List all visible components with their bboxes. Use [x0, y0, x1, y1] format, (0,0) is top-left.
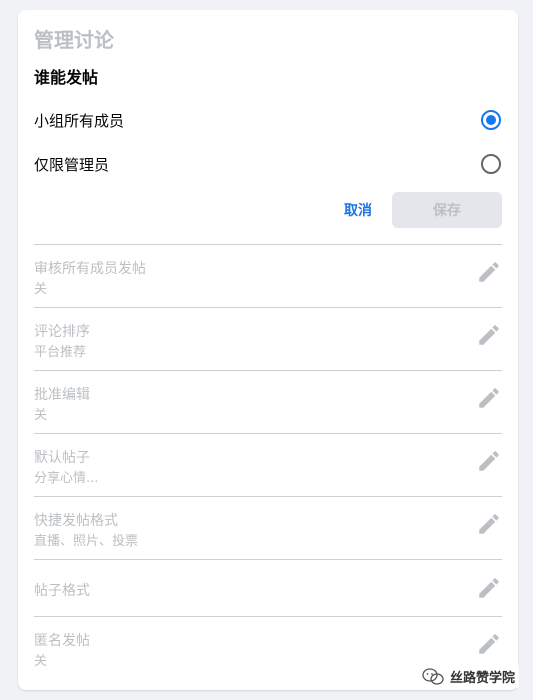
manage-discussion-card: 管理讨论 谁能发帖 小组所有成员 仅限管理员 取消 保存 审核所有成员发帖 关 …: [18, 10, 518, 690]
setting-title: 匿名发帖: [34, 633, 90, 649]
setting-title: 帖子格式: [34, 583, 90, 599]
cancel-button[interactable]: 取消: [334, 192, 382, 228]
who-can-post-heading: 谁能发帖: [34, 68, 99, 87]
pencil-icon[interactable]: [476, 322, 502, 348]
setting-title: 快捷发帖格式: [34, 513, 118, 529]
pencil-icon[interactable]: [476, 448, 502, 474]
watermark-text: 丝路赞学院: [449, 671, 515, 686]
pencil-icon[interactable]: [476, 385, 502, 411]
card-content: 管理讨论 谁能发帖 小组所有成员 仅限管理员 取消 保存 审核所有成员发帖 关 …: [34, 10, 502, 690]
setting-title: 默认帖子: [34, 450, 90, 466]
radio-label: 小组所有成员: [34, 111, 125, 130]
radio-option-admins-only[interactable]: 仅限管理员: [34, 149, 502, 179]
setting-row-review-posts: 审核所有成员发帖 关: [34, 244, 502, 307]
pencil-icon[interactable]: [476, 511, 502, 537]
save-button[interactable]: 保存: [392, 192, 502, 228]
setting-row-comment-sort: 评论排序 平台推荐: [34, 307, 502, 370]
radio-option-all-members[interactable]: 小组所有成员: [34, 105, 502, 135]
setting-title: 评论排序: [34, 324, 90, 340]
setting-row-approve-edits: 批准编辑 关: [34, 370, 502, 433]
setting-title: 审核所有成员发帖: [34, 261, 146, 277]
setting-value: 关: [34, 408, 48, 423]
pencil-icon[interactable]: [476, 575, 502, 601]
pencil-icon[interactable]: [476, 259, 502, 285]
wechat-icon: [422, 667, 444, 685]
radio-label: 仅限管理员: [34, 155, 110, 174]
radio-unchecked-icon[interactable]: [481, 154, 501, 174]
form-actions: 取消 保存: [334, 192, 502, 228]
radio-checked-icon[interactable]: [481, 110, 501, 130]
setting-row-post-format: 帖子格式: [34, 559, 502, 616]
setting-row-quick-post-formats: 快捷发帖格式 直播、照片、投票: [34, 496, 502, 559]
watermark: 丝路赞学院: [417, 665, 519, 688]
setting-value: 关: [34, 654, 48, 669]
setting-title: 批准编辑: [34, 387, 90, 403]
setting-value: 平台推荐: [34, 345, 87, 360]
section-title: 管理讨论: [34, 28, 114, 52]
setting-value: 分享心情...: [34, 471, 99, 486]
setting-row-default-post: 默认帖子 分享心情...: [34, 433, 502, 496]
setting-value: 关: [34, 282, 48, 297]
setting-value: 直播、照片、投票: [34, 534, 139, 549]
pencil-icon[interactable]: [476, 631, 502, 657]
